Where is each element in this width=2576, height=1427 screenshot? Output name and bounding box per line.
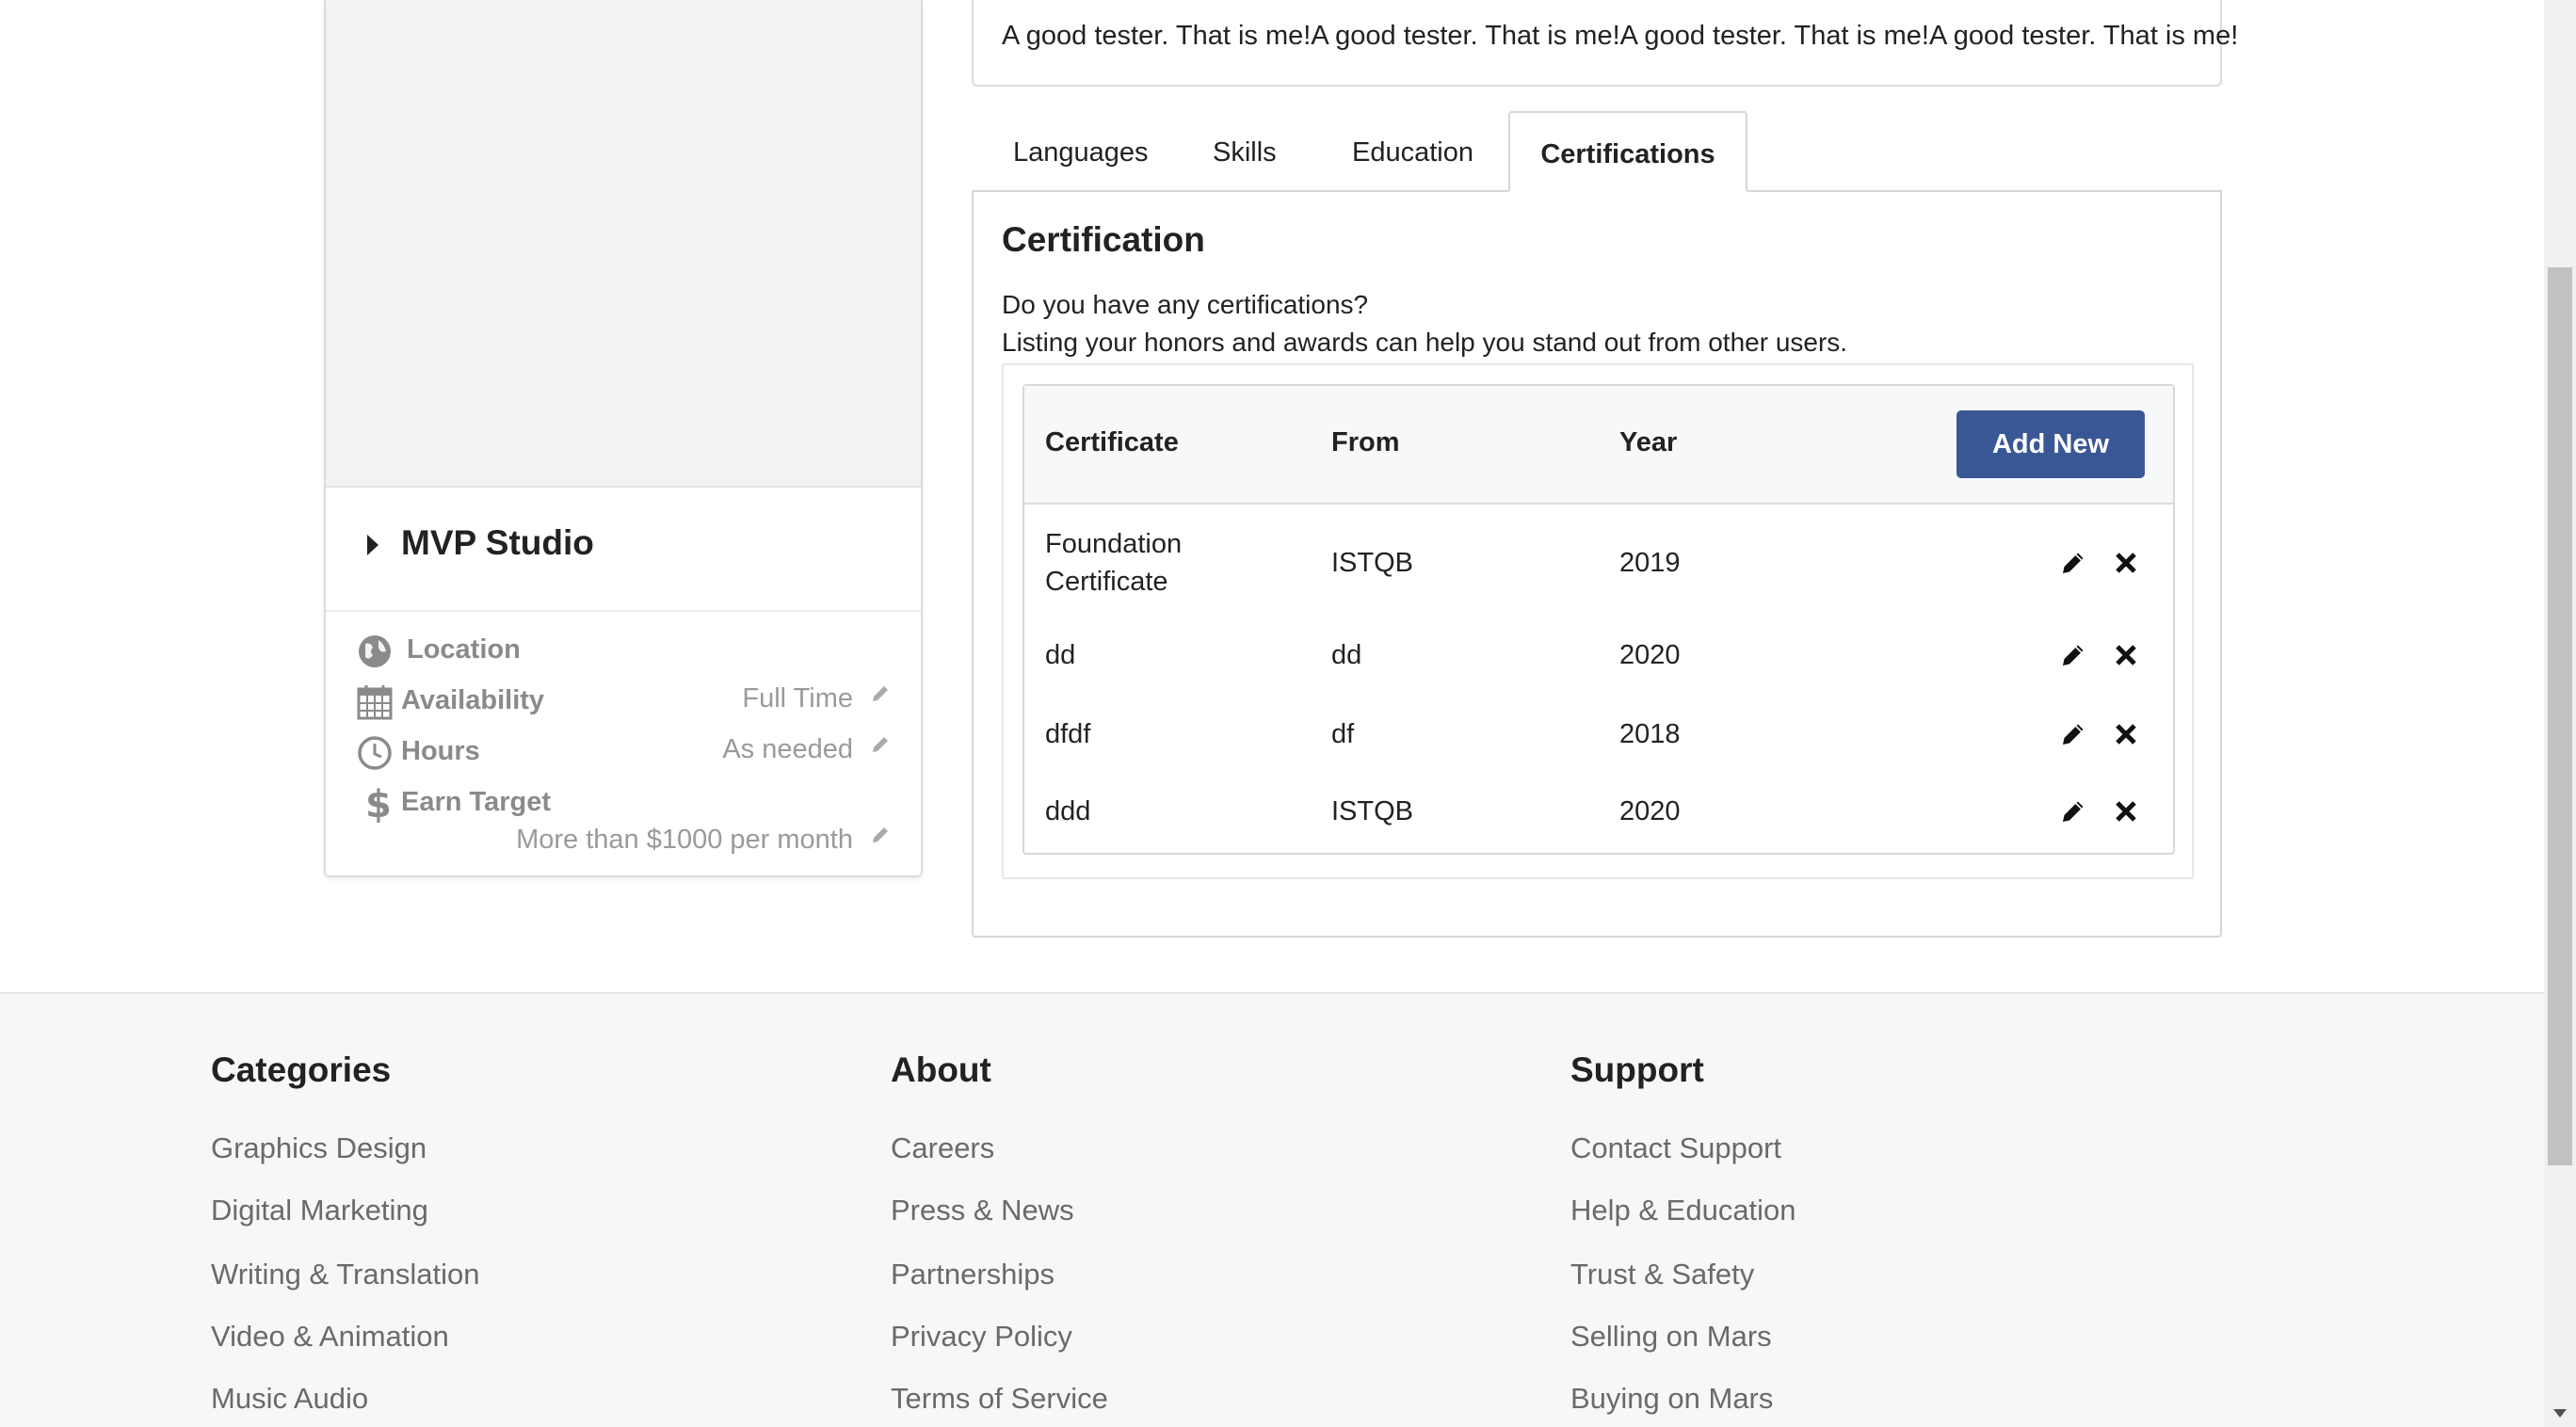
footer-link[interactable]: Graphics Design xyxy=(211,1131,427,1165)
studio-header[interactable]: MVP Studio xyxy=(326,488,921,612)
footer-categories-title: Categories xyxy=(211,1050,392,1089)
availability-row: Availability Full Time xyxy=(326,680,921,727)
tab-skills[interactable]: Skills xyxy=(1213,111,1277,192)
cell-from: dd xyxy=(1331,640,1362,670)
cell-year: 2019 xyxy=(1619,548,1681,578)
certification-title: Certification xyxy=(1002,220,1205,259)
calendar-icon xyxy=(357,685,393,720)
vertical-scrollbar[interactable] xyxy=(2544,0,2576,1427)
profile-card: MVP Studio Location Availability Full Ti… xyxy=(324,0,923,877)
hours-label: Hours xyxy=(401,736,480,766)
footer-link[interactable]: Video & Animation xyxy=(211,1320,449,1354)
pencil-icon[interactable] xyxy=(870,734,891,755)
footer-link[interactable]: Press & News xyxy=(891,1194,1074,1227)
clock-icon xyxy=(358,736,392,770)
description-box: A good tester. That is me!A good tester.… xyxy=(972,0,2238,87)
cell-certificate: ddd xyxy=(1045,796,1091,826)
table-row: dd dd 2020 xyxy=(1024,619,2173,697)
cell-certificate: dd xyxy=(1045,640,1076,670)
cell-certificate-line: Foundation xyxy=(1045,529,1183,559)
description-text: A good tester. That is me!A good tester.… xyxy=(1002,21,2239,51)
certification-table-wrapper: Certificate From Year Add New Foundation… xyxy=(1002,363,2194,879)
cell-year: 2018 xyxy=(1619,719,1681,749)
profile-photo-area xyxy=(326,0,921,488)
footer-link[interactable]: Digital Marketing xyxy=(211,1194,428,1227)
footer-link[interactable]: Partnerships xyxy=(891,1258,1055,1291)
footer-link[interactable]: Writing & Translation xyxy=(211,1258,479,1291)
footer-link[interactable]: Privacy Policy xyxy=(891,1320,1072,1354)
close-icon[interactable] xyxy=(2113,642,2139,668)
footer-link[interactable]: Contact Support xyxy=(1570,1131,1781,1165)
footer-link[interactable]: Terms of Service xyxy=(891,1382,1108,1416)
certification-panel: Certification Do you have any certificat… xyxy=(972,190,2222,938)
cell-certificate: dfdf xyxy=(1045,719,1091,749)
tab-certifications[interactable]: Certifications xyxy=(1508,111,1747,192)
pencil-icon[interactable] xyxy=(2060,721,2086,747)
footer-link[interactable]: Trust & Safety xyxy=(1570,1258,1754,1291)
certification-hint: Listing your honors and awards can help … xyxy=(1002,328,1848,357)
dollar-icon: $ xyxy=(365,785,392,823)
footer-support-title: Support xyxy=(1570,1050,1704,1089)
globe-icon xyxy=(359,635,391,667)
add-new-button[interactable]: Add New xyxy=(1956,410,2145,478)
studio-name: MVP Studio xyxy=(401,523,594,562)
table-row: dfdf df 2018 xyxy=(1024,697,2173,776)
pencil-icon[interactable] xyxy=(2060,550,2086,576)
earn-target-row: $ Earn Target More than $1000 per month xyxy=(326,781,921,862)
header-from: From xyxy=(1331,427,1400,457)
svg-text:$: $ xyxy=(365,785,392,823)
pencil-icon[interactable] xyxy=(2060,642,2086,668)
scroll-down-arrow-icon[interactable] xyxy=(2553,1409,2567,1418)
availability-label: Availability xyxy=(401,685,545,715)
table-row: Foundation Certificate ISTQB 2019 xyxy=(1024,505,2173,619)
tab-education[interactable]: Education xyxy=(1352,111,1473,192)
certification-table: Certificate From Year Add New Foundation… xyxy=(1022,384,2175,855)
cell-year: 2020 xyxy=(1619,640,1681,670)
earn-target-label: Earn Target xyxy=(401,787,552,817)
profile-tabs: Languages Skills Education Certification… xyxy=(972,111,2222,192)
table-row: ddd ISTQB 2020 xyxy=(1024,776,2173,853)
footer-link[interactable]: Careers xyxy=(891,1131,994,1165)
hours-value: As needed xyxy=(722,734,853,764)
cell-from: df xyxy=(1331,719,1355,749)
site-footer: Categories Graphics Design Digital Marke… xyxy=(0,992,2544,1427)
caret-right-icon[interactable] xyxy=(367,535,378,555)
hours-row: Hours As needed xyxy=(326,730,921,778)
footer-link[interactable]: Help & Education xyxy=(1570,1194,1796,1227)
pencil-icon[interactable] xyxy=(870,825,891,845)
location-label: Location xyxy=(407,634,521,665)
cell-from: ISTQB xyxy=(1331,548,1414,578)
availability-value: Full Time xyxy=(742,683,853,714)
footer-link[interactable]: Selling on Mars xyxy=(1570,1320,1772,1354)
earn-target-value: More than $1000 per month xyxy=(516,825,853,855)
footer-link[interactable]: Music Audio xyxy=(211,1382,368,1416)
close-icon[interactable] xyxy=(2113,550,2139,576)
scrollbar-thumb[interactable] xyxy=(2548,267,2572,1165)
close-icon[interactable] xyxy=(2113,721,2139,747)
cell-year: 2020 xyxy=(1619,796,1681,826)
close-icon[interactable] xyxy=(2113,798,2139,825)
cell-from: ISTQB xyxy=(1331,796,1414,826)
location-row: Location xyxy=(326,629,921,676)
footer-about-title: About xyxy=(891,1050,991,1089)
header-year: Year xyxy=(1619,427,1678,457)
pencil-icon[interactable] xyxy=(2060,798,2086,825)
header-certificate: Certificate xyxy=(1045,427,1179,457)
cell-certificate: Foundation Certificate xyxy=(1045,525,1182,601)
certification-question: Do you have any certifications? xyxy=(1002,290,1369,319)
table-header: Certificate From Year Add New xyxy=(1024,386,2173,505)
tab-languages[interactable]: Languages xyxy=(1013,111,1149,192)
footer-link[interactable]: Buying on Mars xyxy=(1570,1382,1773,1416)
pencil-icon[interactable] xyxy=(870,683,891,704)
cell-certificate-line: Certificate xyxy=(1045,567,1168,597)
